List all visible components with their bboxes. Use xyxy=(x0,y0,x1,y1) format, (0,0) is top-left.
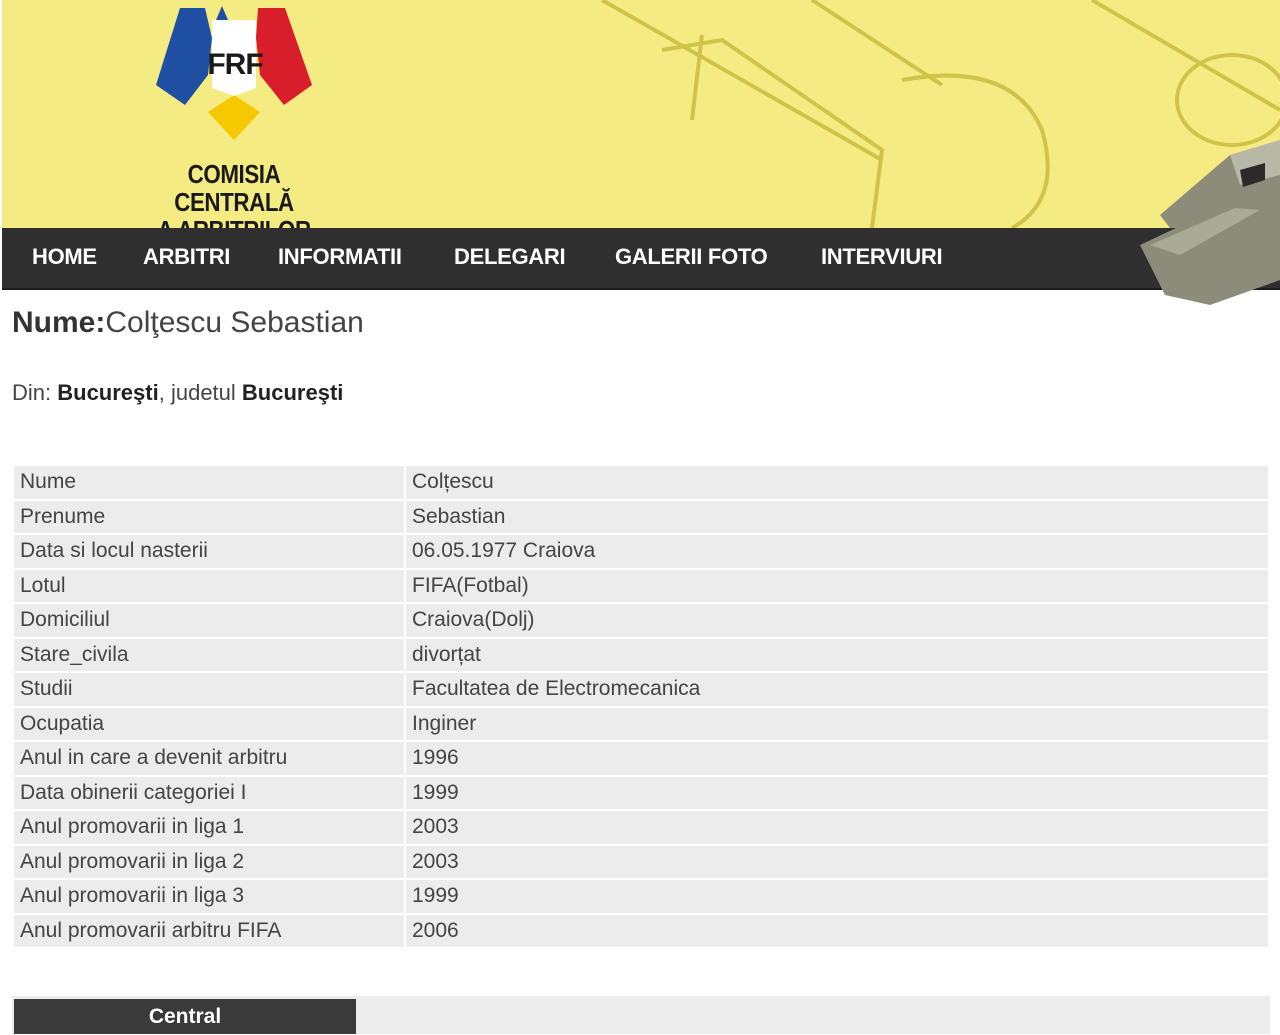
row-value: 2003 xyxy=(406,845,1268,878)
table-row: Prenume Sebastian xyxy=(14,500,1268,533)
table-row: Stare_civila divorțat xyxy=(14,638,1268,671)
row-label: Data si locul nasterii xyxy=(14,535,404,568)
table-row: Ocupatia Inginer xyxy=(14,707,1268,740)
nav-galerii-foto[interactable]: GALERII FOTO xyxy=(615,228,768,286)
table-row: Anul promovarii in liga 2 2003 xyxy=(14,845,1268,878)
delegation-tabs: Central xyxy=(12,996,1270,1034)
main-navigation: HOME ARBITRI INFORMATII DELEGARI GALERII… xyxy=(2,228,1280,290)
city-value: Bucureşti xyxy=(57,380,159,405)
nav-delegari[interactable]: DELEGARI xyxy=(454,228,566,286)
org-name-line1: COMISIA CENTRALĂ xyxy=(174,159,294,217)
nav-home[interactable]: HOME xyxy=(32,228,97,286)
table-row: Lotul FIFA(Fotbal) xyxy=(14,569,1268,602)
row-label: Anul promovarii in liga 3 xyxy=(14,880,404,913)
row-value: 2006 xyxy=(406,914,1268,947)
row-value: Inginer xyxy=(406,707,1268,740)
county-label: , judetul xyxy=(158,380,242,405)
table-row: Anul promovarii arbitru FIFA 2006 xyxy=(14,914,1268,947)
row-value: 06.05.1977 Craiova xyxy=(406,535,1268,568)
nav-interviuri[interactable]: INTERVIURI xyxy=(821,228,943,286)
nav-informatii[interactable]: INFORMATII xyxy=(278,228,402,286)
row-label: Domiciliul xyxy=(14,604,404,637)
row-value: Facultatea de Electromecanica xyxy=(406,673,1268,706)
row-label: Ocupatia xyxy=(14,707,404,740)
nav-arbitri[interactable]: ARBITRI xyxy=(143,228,230,286)
table-row: Nume Colțescu xyxy=(14,466,1268,499)
row-value: divorțat xyxy=(406,638,1268,671)
table-row: Anul in care a devenit arbitru 1996 xyxy=(14,742,1268,775)
name-label: Nume: xyxy=(12,306,106,339)
row-label: Stare_civila xyxy=(14,638,404,671)
table-row: Anul promovarii in liga 3 1999 xyxy=(14,880,1268,913)
row-label: Anul promovarii in liga 2 xyxy=(14,845,404,878)
row-label: Nume xyxy=(14,466,404,499)
row-label: Lotul xyxy=(14,569,404,602)
logo-acronym: FRF xyxy=(207,48,263,81)
tab-central[interactable]: Central xyxy=(14,999,356,1034)
header-banner: FRF COMISIA CENTRALĂ A ARBITRILOR xyxy=(2,0,1280,228)
row-label: Anul promovarii arbitru FIFA xyxy=(14,914,404,947)
row-label: Anul in care a devenit arbitru xyxy=(14,742,404,775)
table-row: Studii Facultatea de Electromecanica xyxy=(14,673,1268,706)
row-label: Studii xyxy=(14,673,404,706)
table-row: Domiciliul Craiova(Dolj) xyxy=(14,604,1268,637)
row-value: 2003 xyxy=(406,811,1268,844)
row-value: Craiova(Dolj) xyxy=(406,604,1268,637)
row-value: FIFA(Fotbal) xyxy=(406,569,1268,602)
table-row: Data obinerii categoriei I 1999 xyxy=(14,776,1268,809)
row-label: Anul promovarii in liga 1 xyxy=(14,811,404,844)
table-row: Data si locul nasterii 06.05.1977 Craiova xyxy=(14,535,1268,568)
county-value: Bucureşti xyxy=(241,380,344,405)
org-name-line2: A ARBITRILOR xyxy=(131,216,337,228)
row-label: Data obinerii categoriei I xyxy=(14,776,404,809)
org-name: COMISIA CENTRALĂ A ARBITRILOR xyxy=(131,160,337,228)
name-value: Colţescu Sebastian xyxy=(105,306,364,339)
page-title: Nume:Colţescu Sebastian xyxy=(12,306,364,340)
row-value: 1999 xyxy=(406,776,1268,809)
table-row: Anul promovarii in liga 1 2003 xyxy=(14,811,1268,844)
origin-line: Din: Bucureşti, judetul Bucureşti xyxy=(12,380,343,406)
row-value: 1999 xyxy=(406,880,1268,913)
whistle-body-icon xyxy=(1140,200,1280,305)
row-value: Sebastian xyxy=(406,500,1268,533)
row-value: Colțescu xyxy=(406,466,1268,499)
row-value: 1996 xyxy=(406,742,1268,775)
from-label: Din: xyxy=(12,380,58,405)
referee-details-table: Nume Colțescu Prenume Sebastian Data si lo… xyxy=(12,464,1270,949)
row-label: Prenume xyxy=(14,500,404,533)
